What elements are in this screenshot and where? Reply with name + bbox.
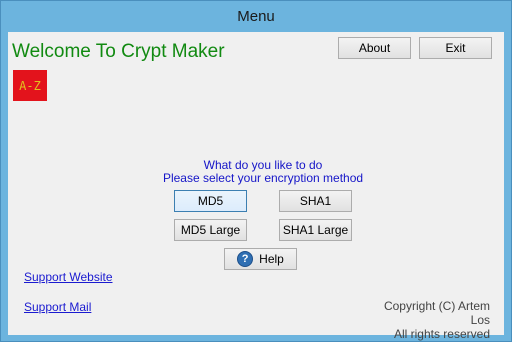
help-button[interactable]: ? Help xyxy=(224,248,297,270)
about-button[interactable]: About xyxy=(338,37,411,59)
exit-button[interactable]: Exit xyxy=(419,37,492,59)
menu-window: Menu Welcome To Crypt Maker A-Z About Ex… xyxy=(0,0,512,342)
support-website-link[interactable]: Support Website xyxy=(24,270,113,284)
help-icon: ? xyxy=(237,251,254,267)
copyright-notice: Copyright (C) Artem Los All rights reser… xyxy=(378,299,490,341)
logo-text: A-Z xyxy=(19,79,41,93)
copyright-line: Copyright (C) Artem Los xyxy=(383,299,490,327)
prompt-line-2: Please select your encryption method xyxy=(162,171,364,185)
welcome-heading: Welcome To Crypt Maker xyxy=(12,41,225,62)
logo-icon: A-Z xyxy=(19,79,41,93)
client-area: Welcome To Crypt Maker A-Z About Exit Wh… xyxy=(8,32,504,341)
window-title: Menu xyxy=(237,8,275,25)
support-mail-link[interactable]: Support Mail xyxy=(24,300,91,314)
md5-button[interactable]: MD5 xyxy=(174,190,247,212)
md5-large-button[interactable]: MD5 Large xyxy=(174,219,247,241)
help-label: Help xyxy=(259,252,284,266)
sha1-button[interactable]: SHA1 xyxy=(279,190,352,212)
encryption-prompt: What do you like to do Please select you… xyxy=(148,159,378,185)
rights-line: All rights reserved xyxy=(393,327,490,341)
app-logo: A-Z xyxy=(13,70,47,101)
sha1-large-button[interactable]: SHA1 Large xyxy=(279,219,352,241)
